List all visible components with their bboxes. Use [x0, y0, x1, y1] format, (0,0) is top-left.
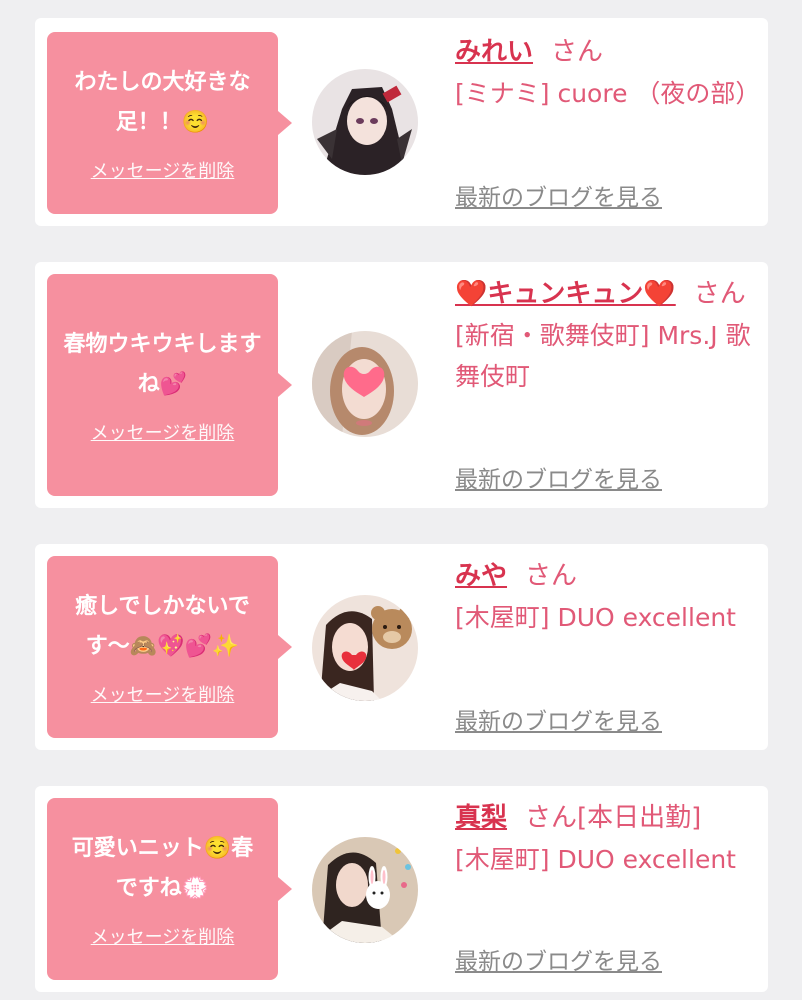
profile-info: ❤️キュンキュン❤️ さん [新宿・歌舞伎町] Mrs.J 歌舞伎町 — [455, 274, 755, 397]
avatar[interactable] — [312, 331, 418, 437]
message-text: 癒しでしかないです〜🙈💖💕✨ — [75, 594, 250, 659]
message-card: わたしの大好きな足！！☺️ メッセージを削除 みれい さん [ミナミ] cuore… — [35, 18, 768, 226]
avatar[interactable] — [312, 837, 418, 943]
message-text: 春物ウキウキしますね💕 — [63, 332, 262, 397]
latest-blog-link[interactable]: 最新のブログを見る — [455, 178, 662, 212]
avatar[interactable] — [312, 69, 418, 175]
delete-message-link[interactable]: メッセージを削除 — [91, 157, 235, 183]
latest-blog-link[interactable]: 最新のブログを見る — [455, 942, 662, 976]
message-list: わたしの大好きな足！！☺️ メッセージを削除 みれい さん [ミナミ] cuore… — [0, 0, 802, 1000]
shop-name: [新宿・歌舞伎町] Mrs.J 歌舞伎町 — [455, 321, 751, 391]
delete-message-link[interactable]: メッセージを削除 — [91, 419, 235, 445]
latest-blog-link[interactable]: 最新のブログを見る — [455, 702, 662, 736]
honorific: さん — [693, 279, 746, 309]
profile-name-link[interactable]: ❤️キュンキュン❤️ — [455, 279, 676, 309]
delete-message-link[interactable]: メッセージを削除 — [91, 923, 235, 949]
profile-info: みや さん [木屋町] DUO excellent — [455, 556, 755, 638]
message-bubble: 春物ウキウキしますね💕 メッセージを削除 — [47, 274, 292, 496]
message-bubble: 可愛いニット☺️春ですね💮 メッセージを削除 — [47, 798, 292, 980]
message-bubble: 癒しでしかないです〜🙈💖💕✨ メッセージを削除 — [47, 556, 292, 738]
message-card: 春物ウキウキしますね💕 メッセージを削除 ❤️キュンキュン❤️ さん [新宿・歌舞… — [35, 262, 768, 508]
avatar[interactable] — [312, 595, 418, 701]
latest-blog-link[interactable]: 最新のブログを見る — [455, 460, 662, 494]
honorific: さん — [551, 37, 604, 67]
profile-name-link[interactable]: 真梨 — [455, 803, 507, 833]
delete-message-link[interactable]: メッセージを削除 — [91, 681, 235, 707]
profile-name-link[interactable]: みや — [455, 561, 507, 591]
message-card: 癒しでしかないです〜🙈💖💕✨ メッセージを削除 みや さん [木屋町] DUO … — [35, 544, 768, 750]
honorific: さん[本日出勤] — [525, 803, 702, 833]
message-card: 可愛いニット☺️春ですね💮 メッセージを削除 真梨 さん[本日出勤] [木屋町]… — [35, 786, 768, 992]
honorific: さん — [525, 561, 578, 591]
shop-name: [木屋町] DUO excellent — [455, 603, 736, 632]
profile-info: 真梨 さん[本日出勤] [木屋町] DUO excellent — [455, 798, 755, 880]
message-text: 可愛いニット☺️春ですね💮 — [71, 836, 254, 901]
message-bubble: わたしの大好きな足！！☺️ メッセージを削除 — [47, 32, 292, 214]
message-text: わたしの大好きな足！！☺️ — [74, 70, 251, 135]
profile-info: みれい さん [ミナミ] cuore （夜の部） — [455, 32, 761, 114]
shop-name: [木屋町] DUO excellent — [455, 845, 736, 874]
profile-name-link[interactable]: みれい — [455, 37, 533, 67]
shop-name: [ミナミ] cuore （夜の部） — [455, 79, 761, 108]
